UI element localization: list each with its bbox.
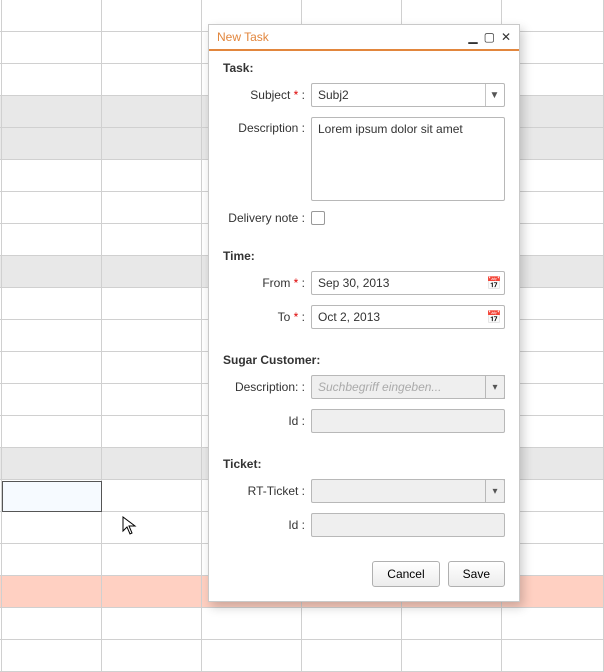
new-task-dialog: New Task ▁ ▢ ✕ Task: Subject * : Subj2 ▼… [208, 24, 520, 602]
section-ticket-heading: Ticket: [223, 457, 505, 471]
sugar-id-field [311, 409, 505, 433]
delivery-note-checkbox[interactable] [311, 211, 325, 225]
subject-value: Subj2 [318, 88, 349, 102]
sugar-description-label: Description: : [223, 380, 311, 394]
sugar-id-label: Id : [223, 414, 311, 428]
calendar-icon[interactable]: 📅 [485, 272, 503, 294]
task-description-label: Description : [223, 117, 311, 135]
save-button[interactable]: Save [448, 561, 505, 587]
chevron-down-icon[interactable]: ▼ [485, 84, 503, 106]
from-label: From * : [223, 276, 311, 290]
subject-label: Subject * : [223, 88, 311, 102]
section-task-heading: Task: [223, 61, 505, 75]
chevron-down-icon[interactable]: ▾ [485, 375, 505, 399]
maximize-icon[interactable]: ▢ [484, 30, 495, 44]
selected-day-cell[interactable] [2, 481, 102, 512]
calendar-icon[interactable]: 📅 [485, 306, 503, 328]
rt-ticket-combo[interactable]: ▾ [311, 479, 505, 503]
chevron-down-icon[interactable]: ▾ [485, 479, 505, 503]
dialog-title: New Task [217, 30, 269, 44]
section-sugar-heading: Sugar Customer: [223, 353, 505, 367]
ticket-id-label: Id : [223, 518, 311, 532]
sugar-description-placeholder: Suchbegriff eingeben... [318, 380, 441, 394]
rt-ticket-label: RT-Ticket : [223, 484, 311, 498]
delivery-note-label: Delivery note : [223, 211, 311, 225]
ticket-id-field [311, 513, 505, 537]
sugar-description-combo[interactable]: Suchbegriff eingeben... ▾ [311, 375, 505, 399]
dialog-titlebar[interactable]: New Task ▁ ▢ ✕ [209, 25, 519, 51]
to-label: To * : [223, 310, 311, 324]
to-date-field[interactable]: Oct 2, 2013 📅 [311, 305, 505, 329]
cancel-button[interactable]: Cancel [372, 561, 439, 587]
minimize-icon[interactable]: ▁ [468, 30, 477, 44]
subject-combo[interactable]: Subj2 ▼ [311, 83, 505, 107]
section-time-heading: Time: [223, 249, 505, 263]
close-icon[interactable]: ✕ [501, 30, 511, 44]
task-description-textarea[interactable]: Lorem ipsum dolor sit amet [311, 117, 505, 201]
from-date-field[interactable]: Sep 30, 2013 📅 [311, 271, 505, 295]
